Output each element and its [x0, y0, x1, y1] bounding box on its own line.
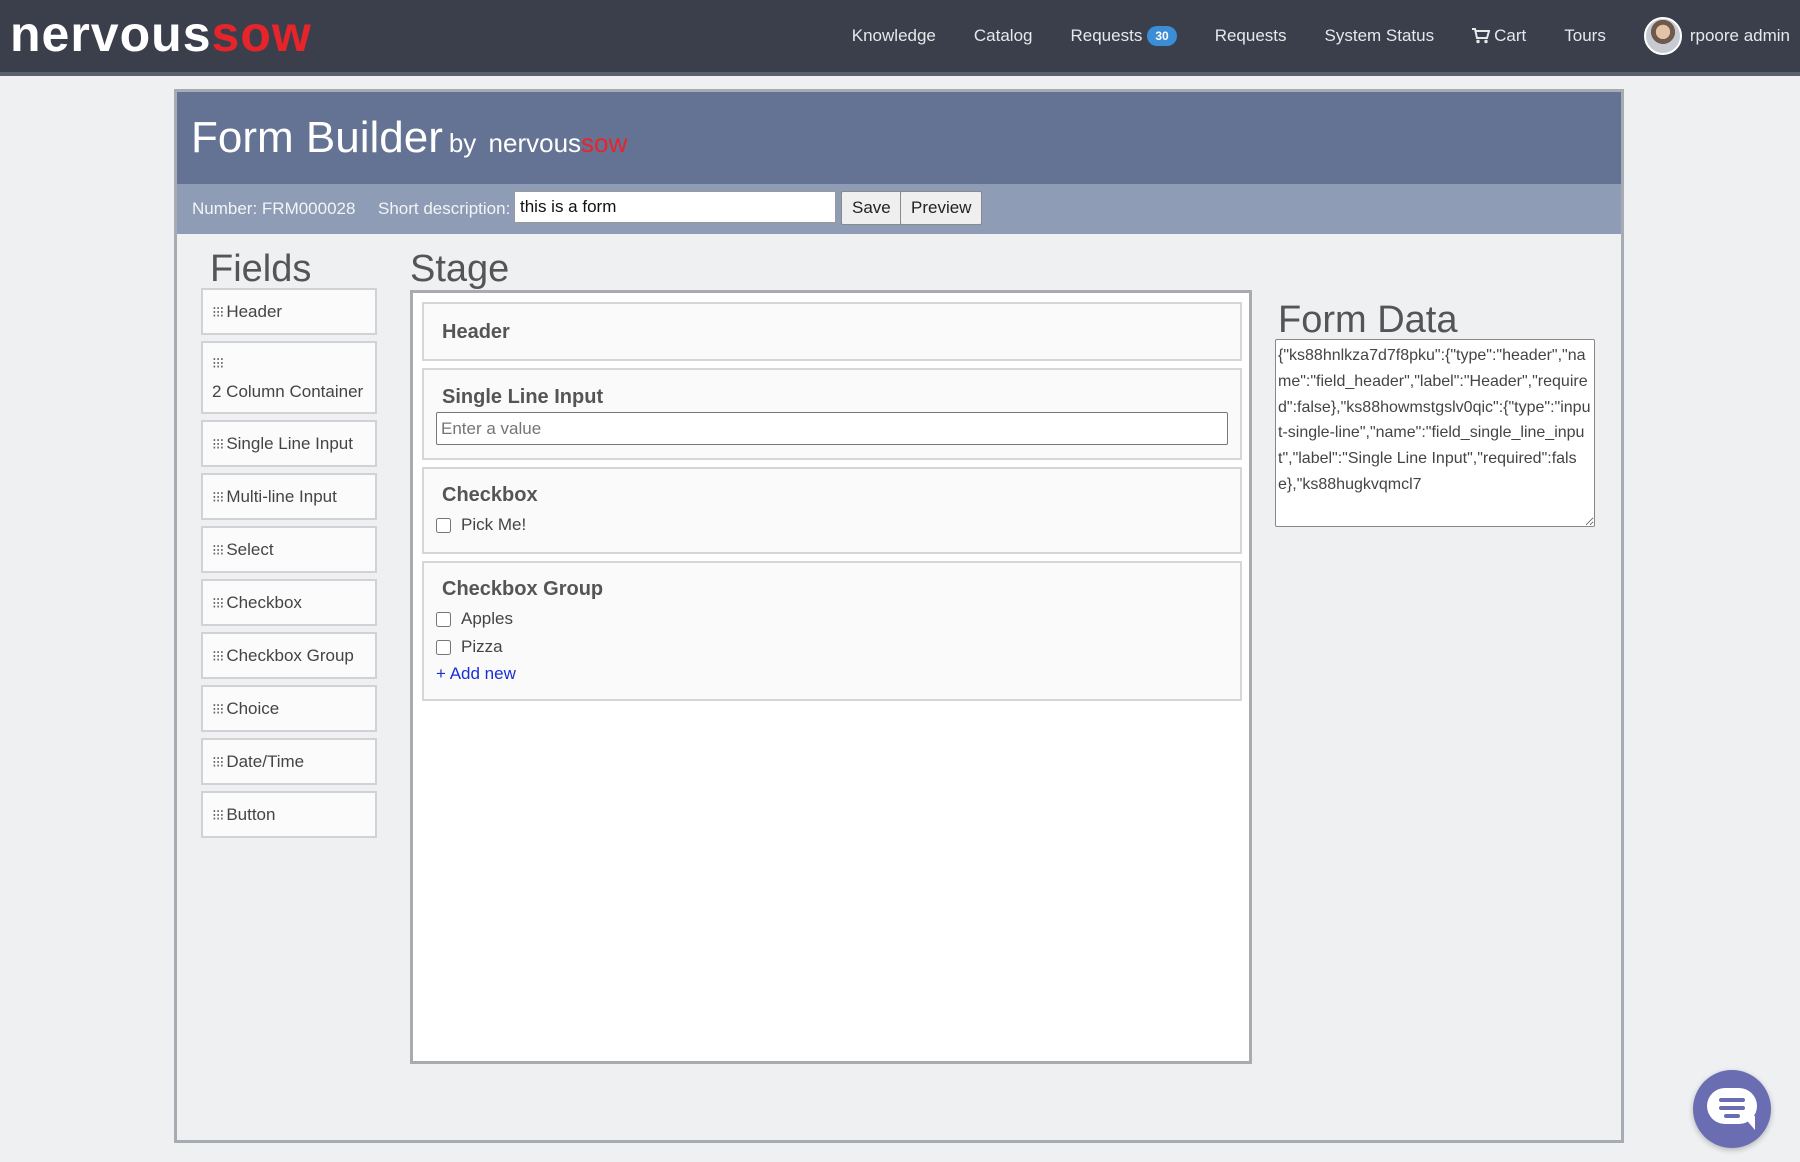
stage-block-label: Checkbox Group: [442, 578, 604, 600]
form-builder-panel: Form Builder by nervoussow Number: FRM000…: [174, 89, 1624, 1143]
field-item-label: Header: [226, 302, 283, 321]
checkbox-option-label: Apples: [461, 609, 513, 628]
field-item-checkbox[interactable]: ⁝⁝⁝ Checkbox: [201, 579, 377, 626]
field-item-label: Multi-line Input: [226, 487, 337, 506]
user-name: rpoore admin: [1689, 26, 1790, 45]
field-item-label: Choice: [226, 699, 280, 718]
form-data-heading: Form Data: [1278, 299, 1458, 341]
field-item-choice[interactable]: ⁝⁝⁝ Choice: [201, 685, 377, 732]
checkbox-pick-me[interactable]: [436, 517, 451, 533]
field-item-checkbox-group[interactable]: ⁝⁝⁝ Checkbox Group: [201, 632, 377, 679]
field-item-button[interactable]: ⁝⁝⁝ Button: [201, 791, 377, 838]
field-item-label: Button: [226, 805, 276, 824]
field-item-label: Select: [226, 540, 274, 559]
field-item-multi-line-input[interactable]: ⁝⁝⁝ Multi-line Input: [201, 473, 377, 520]
form-data-json-textarea[interactable]: {"ks88hnlkza7d7f8pku":{"type":"header","…: [1275, 339, 1595, 527]
drag-handle-icon: ⁝⁝⁝: [212, 355, 224, 372]
field-item-label: 2 Column Container: [212, 382, 364, 401]
nav-cart[interactable]: Cart: [1472, 26, 1526, 46]
chat-button[interactable]: [1693, 1070, 1771, 1148]
drag-handle-icon: ⁝⁝⁝: [212, 648, 224, 665]
short-description-label: Short description:: [378, 199, 511, 218]
page-title-brand-part2: sow: [581, 128, 628, 158]
add-new-option-link[interactable]: + Add new: [436, 664, 516, 684]
nav-requests-badged[interactable]: Requests 30: [1071, 26, 1177, 46]
page-title-text: Form Builder: [191, 113, 443, 162]
short-description-input[interactable]: [514, 191, 836, 223]
drag-handle-icon: ⁝⁝⁝: [212, 489, 224, 506]
nav-system-status[interactable]: System Status: [1325, 26, 1435, 46]
field-item-label: Single Line Input: [226, 434, 353, 453]
nav-catalog[interactable]: Catalog: [974, 26, 1033, 46]
nav-requests[interactable]: Requests: [1215, 26, 1287, 46]
fields-heading: Fields: [210, 248, 312, 290]
stage-block-label: Header: [442, 321, 510, 343]
page-title: Form Builder by nervoussow: [191, 110, 627, 171]
page-title-brand-part1: nervous: [488, 128, 582, 158]
stage-block-label: Checkbox: [442, 484, 538, 506]
field-item-label: Checkbox: [226, 593, 302, 612]
stage-block-checkbox[interactable]: Checkbox Pick Me!: [422, 467, 1242, 554]
field-item-label: Date/Time: [226, 752, 305, 771]
stage-dropzone[interactable]: Header Single Line Input Checkbox Pick M…: [410, 290, 1252, 1064]
stage-block-header[interactable]: Header: [422, 302, 1242, 361]
stage-block-checkbox-group[interactable]: Checkbox Group Apples Pizza + Add new: [422, 561, 1242, 701]
cart-icon: [1472, 28, 1491, 44]
stage-block-single-line-input[interactable]: Single Line Input: [422, 368, 1242, 460]
field-item-select[interactable]: ⁝⁝⁝ Select: [201, 526, 377, 573]
field-item-label: Checkbox Group: [226, 646, 354, 665]
stage-block-label: Single Line Input: [442, 386, 604, 408]
form-toolbar: Number: FRM000028 Short description: Sav…: [177, 184, 1621, 234]
field-item-header[interactable]: ⁝⁝⁝ Header: [201, 288, 377, 335]
top-navbar: nervoussow Knowledge Catalog Requests 30…: [0, 0, 1800, 76]
drag-handle-icon: ⁝⁝⁝: [212, 436, 224, 453]
preview-button[interactable]: Preview: [900, 191, 983, 225]
checkbox-group-option[interactable]: Apples: [436, 609, 513, 629]
checkbox-option-label: Pizza: [461, 637, 503, 656]
user-menu[interactable]: rpoore admin: [1643, 17, 1790, 55]
requests-count-badge: 30: [1147, 26, 1177, 46]
drag-handle-icon: ⁝⁝⁝: [212, 542, 224, 559]
form-number: Number: FRM000028: [192, 199, 356, 218]
drag-handle-icon: ⁝⁝⁝: [212, 754, 224, 771]
checkbox-option[interactable]: Pick Me!: [436, 515, 526, 535]
drag-handle-icon: ⁝⁝⁝: [212, 304, 224, 321]
checkbox-apples[interactable]: [436, 611, 451, 627]
nav-knowledge[interactable]: Knowledge: [852, 26, 936, 46]
page-title-by: by: [448, 128, 477, 158]
field-item-single-line-input[interactable]: ⁝⁝⁝ Single Line Input: [201, 420, 377, 467]
field-item-2-column-container[interactable]: ⁝⁝⁝ 2 Column Container: [201, 341, 377, 414]
stage-heading: Stage: [410, 248, 510, 290]
save-button[interactable]: Save: [841, 191, 902, 225]
brand-logo-part2: sow: [211, 6, 312, 62]
field-item-date-time[interactable]: ⁝⁝⁝ Date/Time: [201, 738, 377, 785]
drag-handle-icon: ⁝⁝⁝: [212, 807, 224, 824]
brand-logo-part1: nervous: [10, 6, 212, 62]
checkbox-group-option[interactable]: Pizza: [436, 637, 503, 657]
checkbox-option-label: Pick Me!: [461, 515, 527, 534]
single-line-input-preview[interactable]: [436, 412, 1228, 445]
panel-header: Form Builder by nervoussow: [177, 92, 1621, 184]
nav-cart-label: Cart: [1494, 26, 1527, 45]
drag-handle-icon: ⁝⁝⁝: [212, 701, 224, 718]
drag-handle-icon: ⁝⁝⁝: [212, 595, 224, 612]
nav-tours[interactable]: Tours: [1564, 26, 1606, 46]
checkbox-pizza[interactable]: [436, 639, 451, 655]
user-avatar: [1643, 17, 1682, 55]
nav-requests-badged-label: Requests: [1070, 26, 1143, 45]
brand-logo[interactable]: nervoussow: [10, 2, 312, 66]
nav-menu: Knowledge Catalog Requests 30 Requests S…: [814, 0, 1790, 72]
